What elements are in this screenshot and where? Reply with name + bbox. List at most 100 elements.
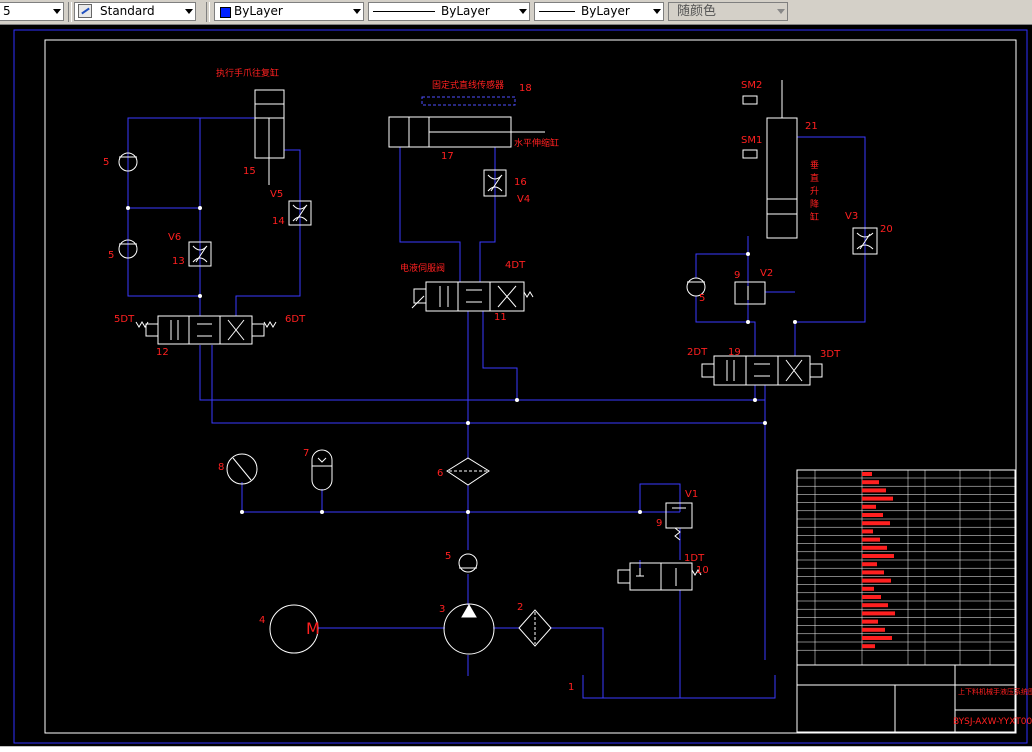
layer-value: 5 xyxy=(3,4,11,18)
text-style-icon xyxy=(78,4,92,18)
hydraulic-pump[interactable] xyxy=(443,603,495,655)
solenoid-valve-10[interactable] xyxy=(617,562,702,591)
parts-row-fill xyxy=(862,504,876,509)
tag-9: 9 xyxy=(734,270,740,281)
command-line[interactable] xyxy=(0,746,1032,752)
tag-10: 10 xyxy=(696,565,709,576)
tag-SM2: SM2 xyxy=(741,80,762,91)
suction-filter[interactable] xyxy=(518,609,552,647)
label-servo-valve: 电液伺服阀 xyxy=(400,262,445,274)
chevron-down-icon[interactable] xyxy=(353,9,361,14)
tag-21: 21 xyxy=(805,121,818,132)
filter[interactable] xyxy=(446,457,490,486)
tag-3DT: 3DT xyxy=(820,349,841,360)
tag-2DT: 2DT xyxy=(687,347,708,358)
tag-6: 6 xyxy=(437,468,443,479)
tag-19: 19 xyxy=(728,347,741,358)
tag-9: 9 xyxy=(656,518,662,529)
position-sensor[interactable] xyxy=(742,95,758,105)
tag-1DT: 1DT xyxy=(684,553,705,564)
tag-8: 8 xyxy=(218,462,224,473)
plot-style-dropdown[interactable]: 随颜色 xyxy=(668,2,788,21)
check-valve[interactable] xyxy=(458,553,478,573)
parts-row-fill xyxy=(862,521,890,526)
directional-valve-12[interactable] xyxy=(135,315,277,345)
position-sensor[interactable] xyxy=(742,149,758,159)
title-block[interactable]: 上下料机械手液压系统图 BYSJ-AXW-YYXT002 xyxy=(796,469,1032,733)
chevron-down-icon[interactable] xyxy=(653,9,661,14)
hydraulic-lines xyxy=(127,117,866,699)
label-gripper-cylinder: 执行手爪往复缸 xyxy=(216,67,279,79)
component-tags: 1 2 3 4 5 5 5 5 6 7 8 9 9 10 11 12 13 14… xyxy=(103,80,893,693)
parts-row-fill xyxy=(862,545,887,550)
parts-row-fill xyxy=(862,603,888,608)
pressure-gauge[interactable] xyxy=(226,453,258,485)
tag-5: 5 xyxy=(445,551,451,562)
servo-valve-11[interactable] xyxy=(411,281,534,312)
parts-row-fill xyxy=(862,578,891,583)
drawing-canvas[interactable]: M 执行手爪往复缸 固定式直线传感器 水平伸缩缸 电液伺服阀 垂直升降缸 1 2… xyxy=(0,24,1032,746)
parts-row-fill xyxy=(862,472,872,476)
tag-15: 15 xyxy=(243,166,256,177)
tag-14: 14 xyxy=(272,216,285,227)
tag-V6: V6 xyxy=(168,232,181,243)
drawing-title: 上下料机械手液压系统图 xyxy=(958,687,1032,696)
drawing-number: BYSJ-AXW-YYXT002 xyxy=(953,717,1032,727)
text-style-dropdown[interactable]: Standard xyxy=(74,2,196,21)
linear-sensor[interactable] xyxy=(421,96,516,106)
text-style-value: Standard xyxy=(100,4,155,18)
vertical-cylinder[interactable] xyxy=(766,80,798,239)
parts-row-fill xyxy=(862,595,881,599)
tag-2: 2 xyxy=(517,602,523,613)
linetype-value: ByLayer xyxy=(441,4,490,18)
tag-SM1: SM1 xyxy=(741,135,762,146)
parts-row-fill xyxy=(862,644,875,649)
tag-13: 13 xyxy=(172,256,185,267)
tag-16: 16 xyxy=(514,177,527,188)
accumulator[interactable] xyxy=(311,449,333,491)
chevron-down-icon[interactable] xyxy=(519,9,527,14)
tag-7: 7 xyxy=(303,448,309,459)
parts-row-fill xyxy=(862,488,886,493)
parts-row-fill xyxy=(862,496,893,501)
parts-row-fill xyxy=(862,480,879,485)
parts-row-fill xyxy=(862,586,874,591)
tag-4DT: 4DT xyxy=(505,260,526,271)
tag-5: 5 xyxy=(108,250,114,261)
tag-V3: V3 xyxy=(845,211,858,222)
properties-toolbar: 5 Standard ByLayer ByLayer ByLayer 随颜色 xyxy=(0,0,1032,25)
tag-6DT: 6DT xyxy=(285,314,306,325)
color-dropdown[interactable]: ByLayer xyxy=(214,2,364,21)
chevron-down-icon[interactable] xyxy=(185,9,193,14)
directional-valve-19[interactable] xyxy=(701,355,823,386)
parts-row-fill xyxy=(862,619,878,624)
toolbar-separator xyxy=(206,2,210,22)
tag-12: 12 xyxy=(156,347,169,358)
label-horizontal-cylinder: 水平伸缩缸 xyxy=(514,137,559,149)
parts-row-fill xyxy=(862,513,883,517)
linetype-dropdown[interactable]: ByLayer xyxy=(368,2,530,21)
relief-valve[interactable] xyxy=(665,502,693,541)
plot-style-value: 随颜色 xyxy=(677,4,717,19)
linetype-preview-icon xyxy=(373,11,435,12)
tag-11: 11 xyxy=(494,312,507,323)
tag-V2: V2 xyxy=(760,268,773,279)
parts-row-fill xyxy=(862,562,877,567)
color-value: ByLayer xyxy=(234,4,283,18)
chevron-down-icon[interactable] xyxy=(777,9,785,14)
gripper-cylinder[interactable] xyxy=(254,89,285,185)
tag-3: 3 xyxy=(439,604,445,615)
component-labels: 执行手爪往复缸 固定式直线传感器 水平伸缩缸 电液伺服阀 垂直升降缸 xyxy=(216,67,819,274)
lineweight-dropdown[interactable]: ByLayer xyxy=(534,2,664,21)
tag-20: 20 xyxy=(880,224,893,235)
chevron-down-icon[interactable] xyxy=(53,9,61,14)
tag-18: 18 xyxy=(519,83,532,94)
layer-dropdown[interactable]: 5 xyxy=(0,2,64,21)
pilot-check-valve[interactable] xyxy=(734,281,766,305)
lineweight-preview-icon xyxy=(539,11,575,12)
tag-V5: V5 xyxy=(270,189,283,200)
parts-row-fill xyxy=(862,554,894,558)
lineweight-value: ByLayer xyxy=(581,4,630,18)
parts-row-fill xyxy=(862,537,880,542)
toolbar-separator xyxy=(68,2,72,22)
